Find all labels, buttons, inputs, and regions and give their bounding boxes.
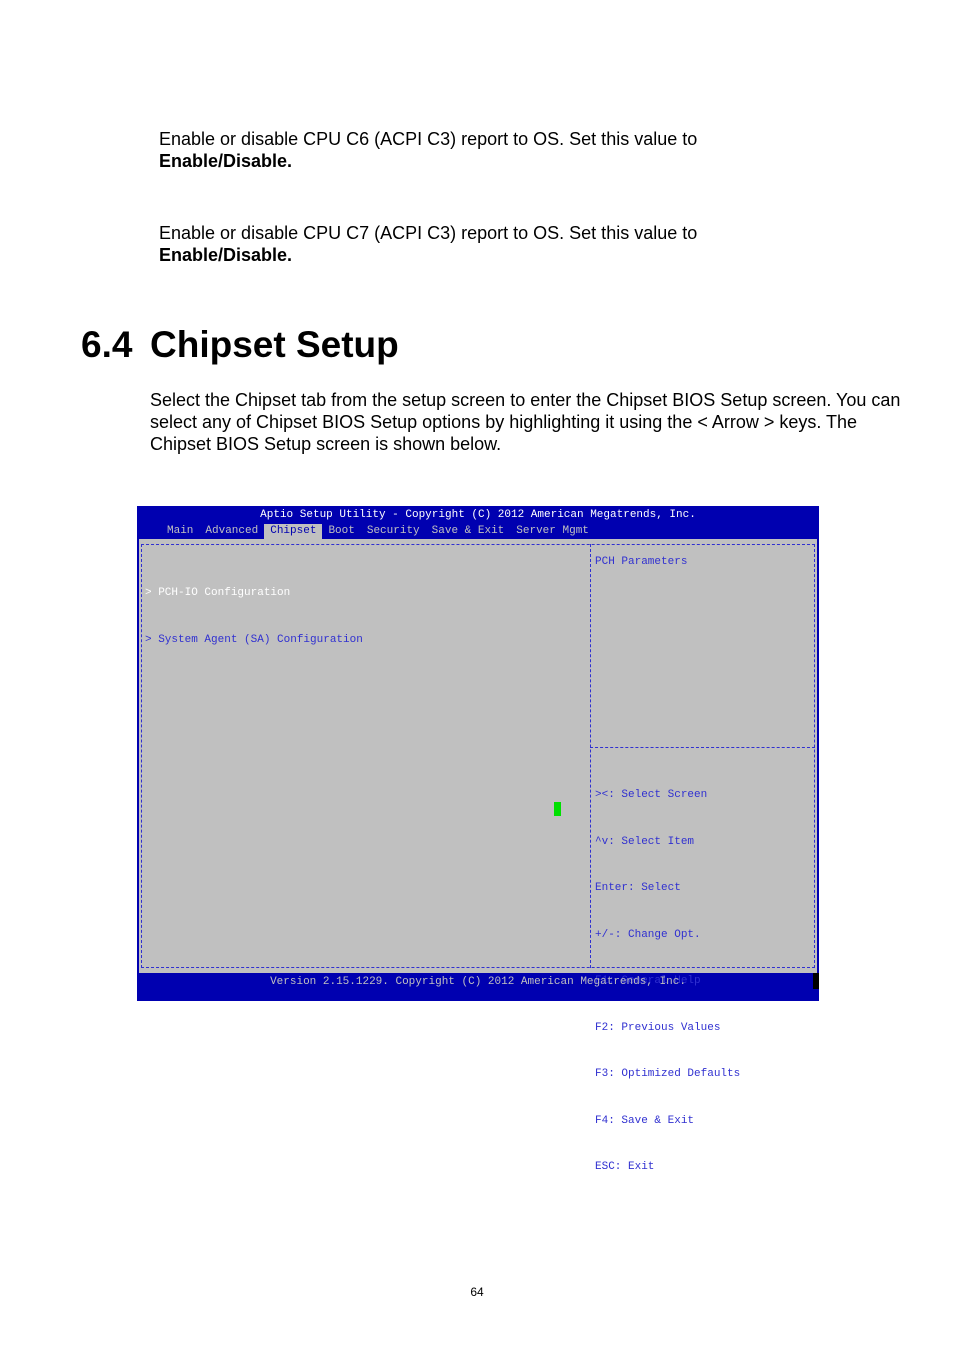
item-help-text: PCH Parameters xyxy=(595,556,688,568)
cpu-c6-options: Enable/Disable. xyxy=(159,151,293,171)
tab-boot[interactable]: Boot xyxy=(322,524,360,539)
scroll-indicator xyxy=(813,973,819,989)
key-help-select-screen: ><: Select Screen xyxy=(595,789,708,801)
bios-main-panel: > PCH-IO Configuration > System Agent (S… xyxy=(139,539,817,1173)
key-help-enter: Enter: Select xyxy=(595,882,681,894)
menu-item-system-agent-configuration[interactable]: > System Agent (SA) Configuration xyxy=(145,633,363,649)
bios-menu-list: > PCH-IO Configuration > System Agent (S… xyxy=(145,555,363,679)
key-help-f4: F4: Save & Exit xyxy=(595,1114,695,1127)
panel-vertical-divider xyxy=(590,544,591,968)
cpu-c6-description: Enable or disable CPU C6 (ACPI C3) repor… xyxy=(159,128,859,172)
tab-security[interactable]: Security xyxy=(361,524,426,539)
tab-server-mgmt[interactable]: Server Mgmt xyxy=(510,524,595,539)
cpu-c7-description: Enable or disable CPU C7 (ACPI C3) repor… xyxy=(159,222,859,266)
cpu-c7-text: Enable or disable CPU C7 (ACPI C3) repor… xyxy=(159,223,698,243)
bios-setup-screenshot: Aptio Setup Utility - Copyright (C) 2012… xyxy=(137,506,819,1173)
key-help-esc: ESC: Exit xyxy=(595,1161,655,1173)
tab-advanced[interactable]: Advanced xyxy=(199,524,264,539)
key-help-f2: F2: Previous Values xyxy=(595,1021,721,1034)
tab-chipset[interactable]: Chipset xyxy=(264,524,323,539)
help-divider xyxy=(590,747,815,748)
key-help-select-item: ^v: Select Item xyxy=(595,835,695,848)
bios-title: Aptio Setup Utility - Copyright (C) 2012… xyxy=(260,509,696,521)
section-number: 6.4 xyxy=(81,324,133,365)
bios-footer: Version 2.15.1229. Copyright (C) 2012 Am… xyxy=(270,976,686,988)
tab-main[interactable]: Main xyxy=(161,524,199,539)
cpu-c7-options: Enable/Disable. xyxy=(159,245,293,265)
section-title: Chipset Setup xyxy=(150,324,399,365)
text-cursor xyxy=(554,802,561,816)
page-number: 64 xyxy=(470,1285,484,1299)
tab-save-exit[interactable]: Save & Exit xyxy=(426,524,511,539)
key-help-f3: F3: Optimized Defaults xyxy=(595,1068,741,1080)
section-intro: Select the Chipset tab from the setup sc… xyxy=(150,390,901,454)
bios-tab-bar: Main Advanced Chipset Boot Security Save… xyxy=(161,524,595,539)
cpu-c6-text: Enable or disable CPU C6 (ACPI C3) repor… xyxy=(159,129,698,149)
menu-item-pch-io-configuration[interactable]: > PCH-IO Configuration xyxy=(145,586,363,602)
section-heading: 6.4 Chipset Setup xyxy=(81,320,399,370)
key-help-change-opt: +/-: Change Opt. xyxy=(595,928,701,941)
